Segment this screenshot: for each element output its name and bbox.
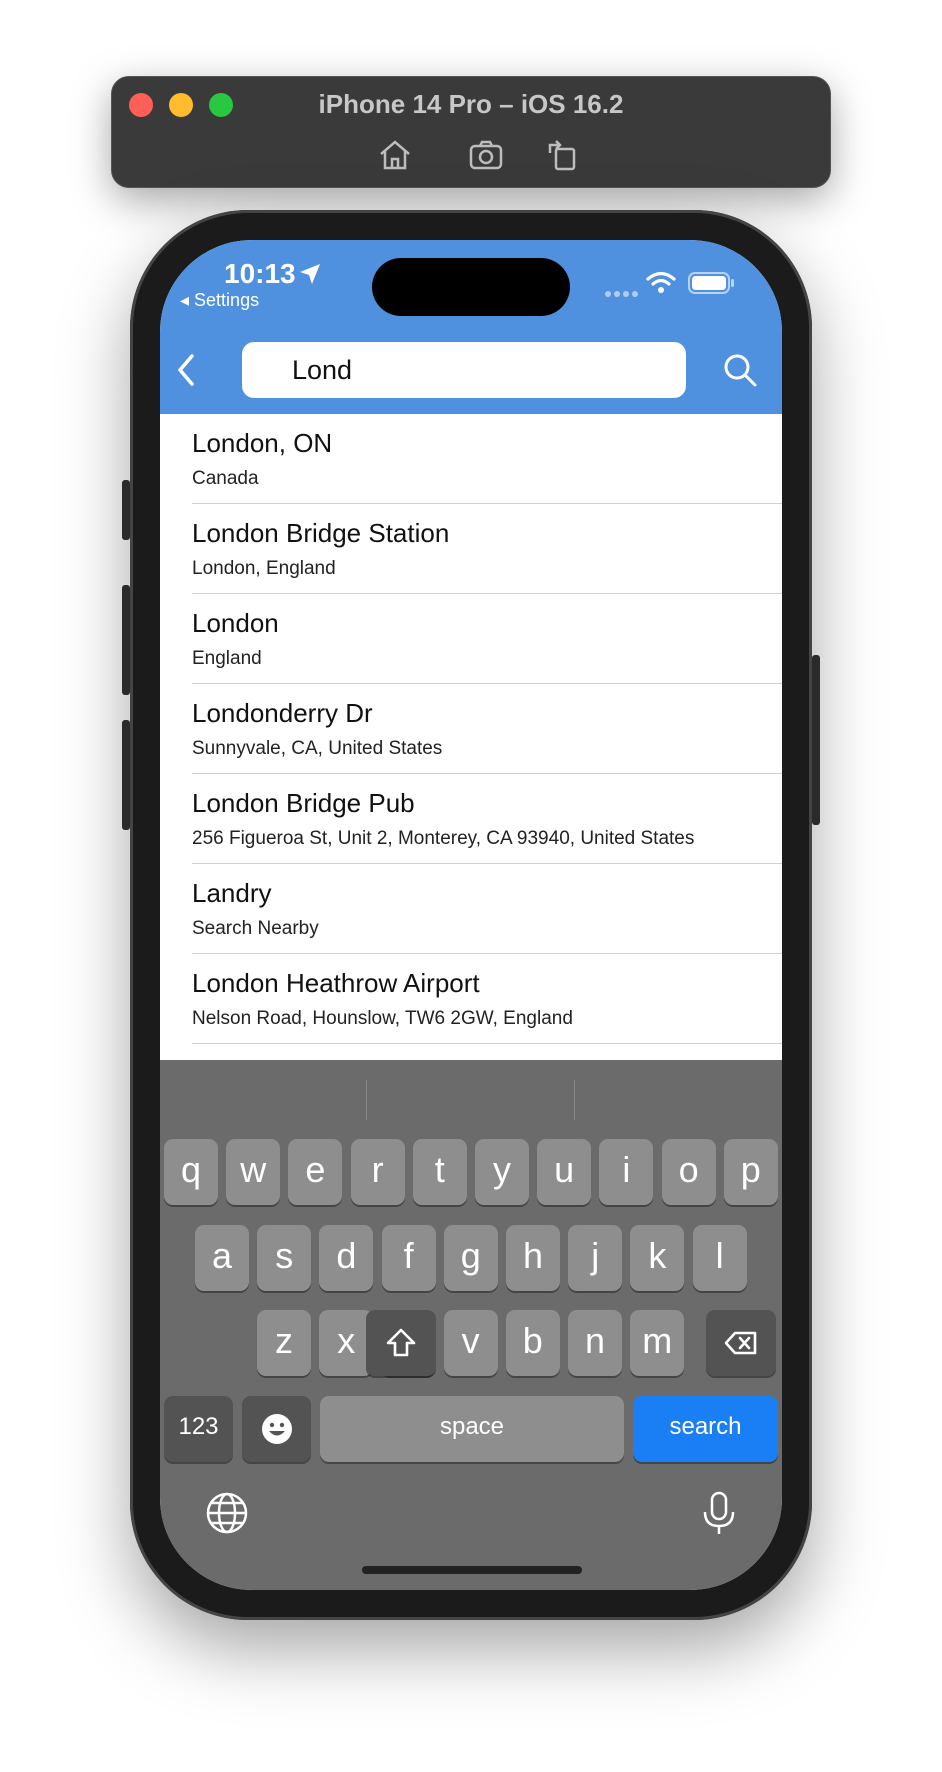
volume-down-button xyxy=(122,720,130,830)
key-p[interactable]: p xyxy=(723,1139,778,1205)
prediction-divider xyxy=(574,1080,575,1120)
list-item[interactable]: London Bridge Pub 256 Figueroa St, Unit … xyxy=(192,774,782,864)
silent-switch xyxy=(122,480,130,540)
key-q[interactable]: q xyxy=(164,1139,218,1205)
list-item[interactable]: London Heathrow Airport Nelson Road, Hou… xyxy=(192,954,782,1044)
search-input[interactable]: Lond xyxy=(242,342,686,398)
key-l[interactable]: l xyxy=(692,1225,747,1291)
result-subtitle: 256 Figueroa St, Unit 2, Monterey, CA 93… xyxy=(192,828,695,849)
home-indicator[interactable] xyxy=(362,1566,582,1574)
result-subtitle: London, England xyxy=(192,558,336,579)
numbers-key[interactable]: 123 xyxy=(164,1396,233,1462)
result-title: London Bridge Station xyxy=(192,518,450,548)
result-title: London Bridge Pub xyxy=(192,788,415,818)
key-n[interactable]: n xyxy=(568,1310,622,1376)
key-g[interactable]: g xyxy=(443,1225,498,1291)
key-m[interactable]: m xyxy=(630,1310,685,1376)
result-title: London xyxy=(192,608,279,638)
key-b[interactable]: b xyxy=(505,1310,560,1376)
list-item[interactable]: London England xyxy=(192,594,782,684)
wifi-icon xyxy=(646,271,676,293)
key-o[interactable]: o xyxy=(661,1139,716,1205)
signal-icon xyxy=(605,284,641,302)
prediction-divider xyxy=(366,1080,367,1120)
list-item[interactable]: London, ON Canada xyxy=(192,414,782,504)
status-time: 10:13 xyxy=(224,258,296,289)
back-chevron-icon[interactable] xyxy=(172,350,202,390)
battery-icon xyxy=(688,272,734,294)
phone-screen: 10:13 ◂ Settings Lond London, ON Canada … xyxy=(160,240,782,1590)
key-i[interactable]: i xyxy=(599,1139,654,1205)
key-y[interactable]: y xyxy=(475,1139,529,1205)
list-item[interactable]: Landry Search Nearby xyxy=(192,864,782,954)
home-icon[interactable] xyxy=(375,135,415,175)
result-title: London Heathrow Airport xyxy=(192,968,480,998)
result-title: Landry xyxy=(192,878,272,908)
result-subtitle: England xyxy=(192,648,262,669)
key-v[interactable]: v xyxy=(443,1310,498,1376)
key-a[interactable]: a xyxy=(195,1225,249,1291)
key-h[interactable]: h xyxy=(506,1225,560,1291)
emoji-icon xyxy=(261,1414,292,1444)
key-t[interactable]: t xyxy=(412,1139,467,1205)
result-title: London, ON xyxy=(192,428,333,458)
key-w[interactable]: w xyxy=(226,1139,281,1205)
key-d[interactable]: d xyxy=(319,1225,374,1291)
power-button xyxy=(812,655,820,825)
key-k[interactable]: k xyxy=(630,1225,685,1291)
screenshot-icon[interactable] xyxy=(466,135,506,175)
shift-key[interactable] xyxy=(366,1310,436,1376)
delete-key[interactable] xyxy=(706,1310,776,1376)
microphone-icon[interactable] xyxy=(696,1490,742,1536)
key-z[interactable]: z xyxy=(257,1310,311,1376)
list-item[interactable]: Londonderry Dr Sunnyvale, CA, United Sta… xyxy=(192,684,782,774)
volume-up-button xyxy=(122,585,130,695)
result-title: Londonderry Dr xyxy=(192,698,373,728)
space-key[interactable]: space xyxy=(320,1396,624,1462)
globe-icon[interactable] xyxy=(204,1490,250,1536)
dynamic-island xyxy=(372,258,570,316)
key-r[interactable]: r xyxy=(350,1139,405,1205)
emoji-key[interactable] xyxy=(242,1396,311,1462)
key-e[interactable]: e xyxy=(288,1139,343,1205)
key-s[interactable]: s xyxy=(257,1225,312,1291)
location-arrow-icon xyxy=(300,264,320,284)
key-j[interactable]: j xyxy=(568,1225,623,1291)
result-subtitle: Nelson Road, Hounslow, TW6 2GW, England xyxy=(192,1008,573,1029)
result-subtitle: Canada xyxy=(192,468,259,489)
keyboard: qwertyuiop asdfghjkl zxcvbnm 123 space s… xyxy=(160,1060,782,1590)
rotate-icon[interactable] xyxy=(542,135,582,175)
nav-header: 10:13 ◂ Settings Lond xyxy=(160,240,782,414)
results-list: London, ON Canada London Bridge Station … xyxy=(160,414,782,1060)
back-to-settings-link[interactable]: ◂ Settings xyxy=(180,290,259,311)
key-u[interactable]: u xyxy=(537,1139,592,1205)
simulator-title: iPhone 14 Pro – iOS 16.2 xyxy=(318,89,624,119)
key-f[interactable]: f xyxy=(381,1225,436,1291)
search-key[interactable]: search xyxy=(633,1396,778,1462)
result-subtitle: Search Nearby xyxy=(192,918,319,939)
result-subtitle: Sunnyvale, CA, United States xyxy=(192,738,443,759)
list-item[interactable]: London Bridge Station London, England xyxy=(192,504,782,594)
search-icon[interactable] xyxy=(720,350,760,390)
simulator-toolbar: iPhone 14 Pro – iOS 16.2 xyxy=(111,76,831,188)
